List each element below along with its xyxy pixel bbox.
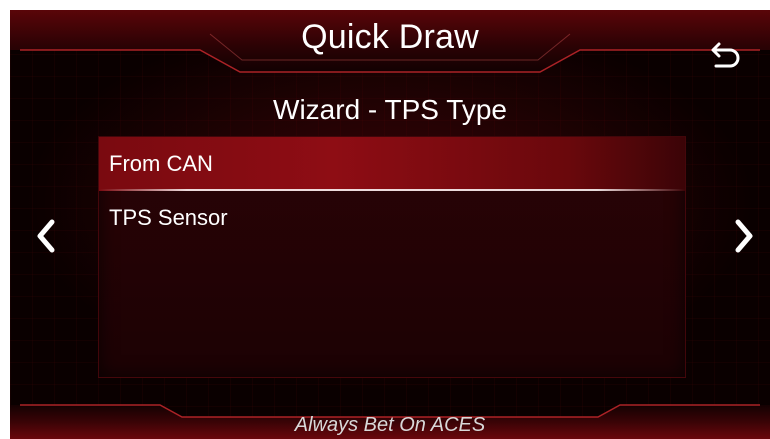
chevron-right-icon[interactable] <box>730 216 760 256</box>
option-from-can[interactable]: From CAN <box>99 137 685 191</box>
wizard-subtitle: Wizard - TPS Type <box>273 94 507 125</box>
options-list: From CAN TPS Sensor <box>99 137 685 245</box>
footer-tagline: Always Bet On ACES <box>294 414 486 436</box>
page-title: Quick Draw <box>301 18 479 56</box>
screen: Quick Draw Wizard - TPS Type From CAN TP… <box>10 10 770 439</box>
chevron-left-icon[interactable] <box>30 216 60 256</box>
back-arrow-icon[interactable] <box>710 36 744 70</box>
options-panel: From CAN TPS Sensor <box>98 136 686 378</box>
option-tps-sensor[interactable]: TPS Sensor <box>99 191 685 245</box>
